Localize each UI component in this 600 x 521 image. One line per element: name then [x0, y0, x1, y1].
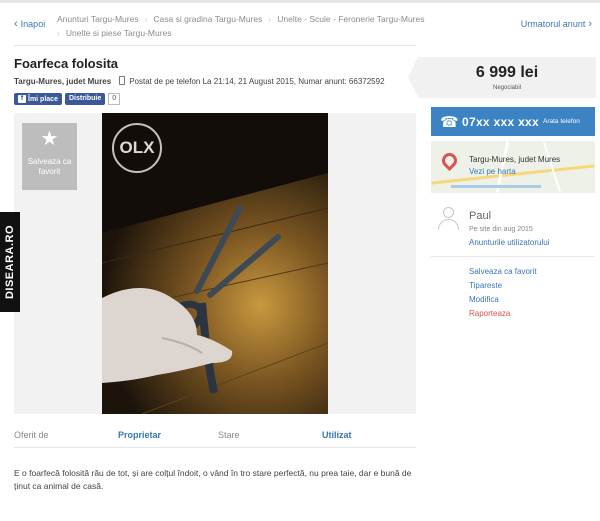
listing-photo[interactable]: OLX	[102, 113, 328, 414]
map-location: Targu-Mures, judet Mures	[469, 155, 561, 164]
detail-value[interactable]: Proprietar	[118, 430, 161, 440]
print-link[interactable]: Tipareste	[469, 279, 537, 293]
chevron-right-icon: ›	[57, 28, 60, 38]
phone-icon: ☎	[440, 113, 459, 131]
negotiable-label: Negociabil	[492, 85, 522, 91]
social-buttons: f Îmi place Distribuie 0	[14, 93, 121, 105]
breadcrumb-item[interactable]: Casa si gradina Targu-Mures	[153, 14, 262, 24]
top-navigation: ‹ Inapoi Anunturi Targu-Mures › Casa si gra…	[0, 8, 600, 40]
olx-logo: OLX	[112, 123, 162, 173]
chevron-right-icon: ›	[144, 14, 148, 24]
user-ads-link[interactable]: Anunturile utilizatorului	[469, 238, 550, 247]
share-count: 0	[108, 93, 121, 105]
user-body-shape	[438, 219, 459, 230]
user-head-shape	[443, 207, 454, 218]
show-phone-button[interactable]: ☎ 07xx xxx xxx Arata telefon	[431, 107, 595, 136]
divider	[14, 45, 416, 46]
listing-posted: Postat de pe telefon La 21:14, 21 August…	[129, 77, 385, 86]
listing-location: Targu-Mures, judet Mures	[14, 77, 112, 86]
map-pin-icon	[438, 149, 461, 172]
map-river	[451, 185, 541, 188]
phone-number: 07xx xxx xxx	[462, 114, 540, 129]
breadcrumb-item[interactable]: Anunturi Targu-Mures	[57, 14, 139, 24]
next-label: Urmatorul anunt	[520, 19, 586, 29]
share-button[interactable]: Distribuie	[64, 93, 106, 105]
facebook-like-button[interactable]: f Îmi place	[14, 93, 62, 105]
listing-actions: Salveaza ca favorit Tipareste Modifica R…	[469, 265, 537, 321]
details-table: Oferit de Proprietar Stare Utilizat	[14, 424, 416, 448]
divider	[431, 256, 595, 257]
price-box: 6 999 lei Negociabil	[408, 57, 596, 98]
save-favorite-label: Salveaza ca favorit	[27, 157, 72, 176]
listing-meta: Targu-Mures, judet Mures Postat de pe tel…	[14, 76, 385, 86]
user-since: Pe site din aug 2015	[469, 226, 533, 233]
breadcrumb-item[interactable]: Unelte - Scule - Feronerie Targu-Mures	[277, 14, 424, 24]
user-name: Paul	[469, 210, 492, 222]
location-map[interactable]: Targu-Mures, judet Mures Vezi pe harta	[431, 141, 595, 193]
mobile-phone-icon	[119, 76, 126, 85]
page-title: Foarfeca folosita	[14, 56, 119, 71]
top-border	[0, 0, 600, 3]
user-avatar-icon	[437, 206, 461, 232]
watermark-text: DISEARA.RO	[4, 224, 16, 300]
back-label: Inapoi	[20, 19, 46, 29]
map-road	[543, 141, 561, 193]
breadcrumb-item[interactable]: Unelte si piese Targu-Mures	[66, 28, 172, 38]
edit-link[interactable]: Modifica	[469, 293, 537, 307]
view-map-link[interactable]: Vezi pe harta	[469, 167, 516, 176]
back-link[interactable]: ‹ Inapoi	[14, 18, 45, 30]
breadcrumb: Anunturi Targu-Mures › Casa si gradina Tar…	[57, 12, 457, 40]
save-favorite-button[interactable]: ★ Salveaza ca favorit	[22, 123, 77, 190]
report-link[interactable]: Raporteaza	[469, 307, 537, 321]
like-label: Îmi place	[28, 95, 58, 103]
chevron-right-icon: ›	[268, 14, 272, 24]
detail-value[interactable]: Utilizat	[322, 430, 352, 440]
listing-description: E o foarfecă folosită rău de tot, și are…	[14, 468, 412, 491]
detail-key: Oferit de	[14, 430, 49, 440]
detail-key: Stare	[218, 430, 240, 440]
show-phone-label: Arata telefon	[543, 118, 580, 125]
star-icon: ★	[40, 128, 59, 150]
next-ad-link[interactable]: Urmatorul anunt ›	[521, 18, 592, 30]
chevron-left-icon: ‹	[14, 18, 18, 30]
save-favorite-link[interactable]: Salveaza ca favorit	[469, 265, 537, 279]
price: 6 999 lei	[475, 64, 539, 81]
chevron-right-icon: ›	[588, 18, 592, 30]
facebook-icon: f	[18, 95, 26, 103]
diseara-watermark: DISEARA.RO	[0, 212, 20, 312]
